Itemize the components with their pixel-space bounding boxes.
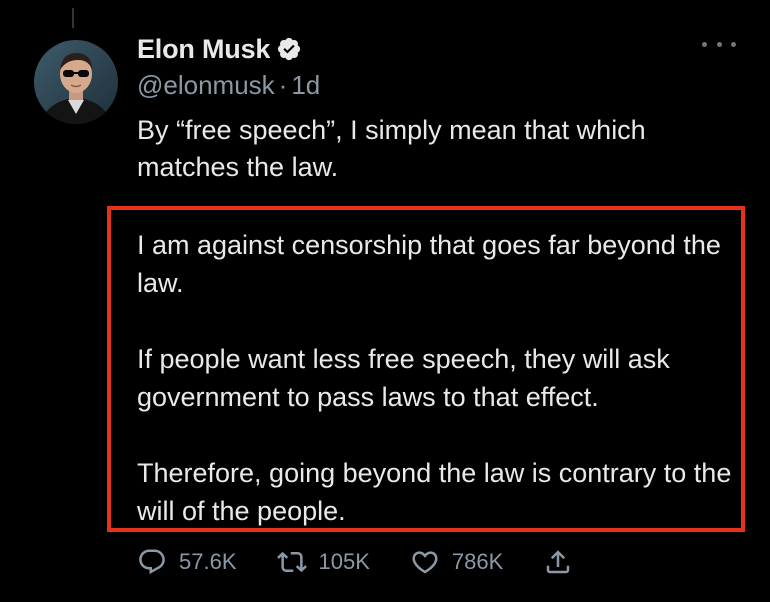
avatar-image: [34, 40, 118, 124]
retweet-icon: [276, 551, 307, 573]
like-count: 786K: [451, 549, 504, 574]
tweet-paragraph: If people want less free speech, they wi…: [137, 344, 670, 412]
tweet-action-bar: 57.6K 105K 786K: [137, 542, 613, 582]
author-handle[interactable]: @elonmusk: [137, 70, 275, 100]
share-button[interactable]: [543, 547, 573, 577]
like-button[interactable]: 786K: [410, 547, 503, 577]
tweet-header: Elon Musk @elonmusk · 1d: [137, 32, 320, 102]
thread-connector-line: [72, 8, 74, 28]
tweet-paragraph: I am against censorship that goes far be…: [137, 230, 721, 298]
author-name-row: Elon Musk: [137, 32, 320, 66]
verified-badge-icon: [278, 37, 301, 61]
reply-button[interactable]: 57.6K: [137, 547, 237, 577]
more-horizontal-icon: [716, 41, 722, 47]
retweet-button[interactable]: 105K: [276, 547, 370, 577]
more-options-button[interactable]: [702, 34, 736, 54]
tweet-timestamp[interactable]: 1d: [291, 70, 320, 100]
heart-icon: [412, 551, 438, 574]
meta-separator: ·: [278, 70, 288, 100]
tweet-meta: @elonmusk · 1d: [137, 68, 320, 102]
reply-count: 57.6K: [179, 549, 237, 574]
avatar[interactable]: [34, 40, 118, 124]
author-display-name[interactable]: Elon Musk: [137, 34, 270, 65]
retweet-count: 105K: [318, 549, 370, 574]
more-horizontal-icon: [702, 41, 707, 47]
share-icon: [547, 550, 570, 574]
tweet-intro-text: By “free speech”, I simply mean that whi…: [137, 115, 646, 182]
tweet-paragraph: Therefore, going beyond the law is contr…: [137, 458, 732, 526]
more-horizontal-icon: [731, 41, 736, 47]
reply-icon: [139, 549, 165, 575]
